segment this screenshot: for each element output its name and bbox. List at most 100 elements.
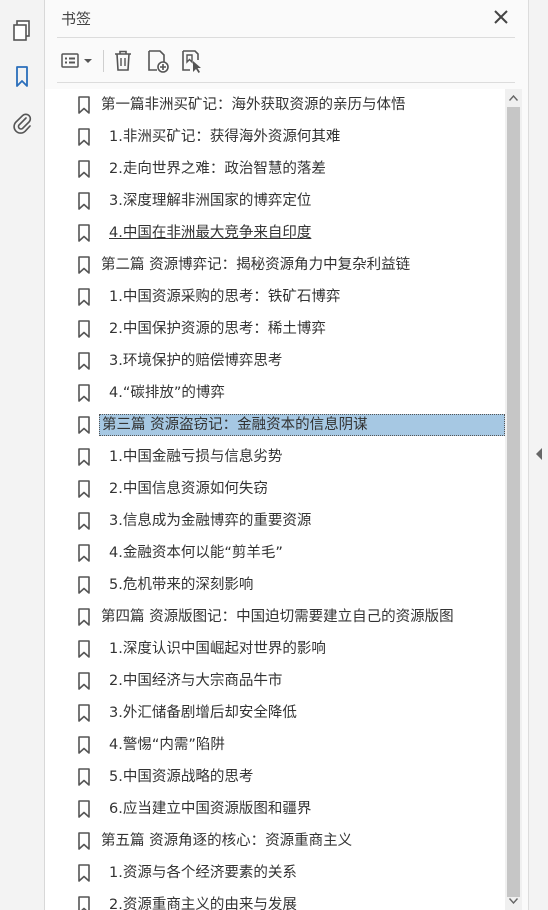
bookmark-icon [78,256,90,274]
bookmark-label: 4.警惕“内需”陷阱 [109,737,225,753]
bookmark-icon [78,800,90,818]
bookmark-item[interactable]: 第二篇 资源博弈记：揭秘资源角力中复杂利益链 [45,249,505,281]
new-bookmark-icon [148,50,169,73]
bookmark-icon[interactable] [7,62,37,92]
bookmark-label: 第三篇 资源盗窃记：金融资本的信息阴谋 [99,414,505,436]
bookmark-label: 1.深度认识中国崛起对世界的影响 [109,641,326,657]
pages-icon[interactable] [7,16,37,46]
bookmark-item[interactable]: 4.金融资本何以能“剪羊毛” [45,537,505,569]
bookmark-label: 3.深度理解非洲国家的博弈定位 [109,193,312,209]
bookmark-item[interactable]: 1.深度认识中国崛起对世界的影响 [45,633,505,665]
bookmark-icon [78,128,90,146]
divider [57,37,515,38]
bookmark-label: 1.中国资源采购的思考：铁矿石博弈 [109,289,341,305]
bookmark-item[interactable]: 6.应当建立中国资源版图和疆界 [45,793,505,825]
bookmark-item[interactable]: 2.资源重商主义的由来与发展 [45,889,505,910]
bookmark-label: 4.“碳排放”的博弈 [109,385,225,401]
bookmark-label: 3.信息成为金融博弈的重要资源 [109,513,312,529]
bookmark-item[interactable]: 2.中国信息资源如何失窃 [45,473,505,505]
collapse-panel-button[interactable] [533,446,545,462]
bookmark-item[interactable]: 1.非洲买矿记：获得海外资源何其难 [45,121,505,153]
bookmark-label: 第四篇 资源版图记：中国迫切需要建立自己的资源版图 [101,609,454,625]
close-icon [494,10,508,24]
bookmark-label: 2.中国信息资源如何失窃 [109,481,268,497]
delete-bookmark-icon [115,50,131,71]
bookmark-icon [78,192,90,210]
bookmark-item[interactable]: 4.“碳排放”的博弈 [45,377,505,409]
bookmark-icon [78,864,90,882]
bookmark-item[interactable]: 第五篇 资源角逐的核心：资源重商主义 [45,825,505,857]
bookmark-item[interactable]: 5.危机带来的深刻影响 [45,569,505,601]
attachment-icon[interactable] [7,108,37,138]
panel-title: 书签 [61,10,92,28]
bookmark-item[interactable]: 3.外汇储备剧增后却安全降低 [45,697,505,729]
bookmark-label: 5.中国资源战略的思考 [109,769,254,785]
bookmark-label: 第一篇非洲买矿记：海外获取资源的亲历与体悟 [101,97,406,113]
bookmark-item[interactable]: 1.中国资源采购的思考：铁矿石博弈 [45,281,505,313]
bookmark-label: 1.中国金融亏损与信息劣势 [109,449,283,465]
bookmark-icon [78,96,90,114]
navigation-rail [0,0,45,910]
bookmark-item[interactable]: 1.资源与各个经济要素的关系 [45,857,505,889]
new-bookmark-button[interactable] [143,46,173,76]
vertical-scrollbar[interactable] [505,89,522,910]
bookmark-item[interactable]: 2.走向世界之难：政治智慧的落差 [45,153,505,185]
scroll-up-button[interactable] [505,89,522,107]
bookmark-icon [78,832,90,850]
options-menu-icon [61,53,92,68]
chevron-left-icon [536,448,542,460]
bookmark-label: 3.外汇储备剧增后却安全降低 [109,705,297,721]
options-menu-button[interactable] [59,46,97,76]
bookmark-label: 2.资源重商主义的由来与发展 [109,897,297,910]
bookmark-list: 第一篇非洲买矿记：海外获取资源的亲历与体悟 1.非洲买矿记：获得海外资源何其难 2.… [45,89,505,910]
scroll-down-button[interactable] [505,892,522,910]
bookmark-item[interactable]: 3.深度理解非洲国家的博弈定位 [45,185,505,217]
bookmark-item[interactable]: 第一篇非洲买矿记：海外获取资源的亲历与体悟 [45,89,505,121]
bookmark-item[interactable]: 4.警惕“内需”陷阱 [45,729,505,761]
bookmark-label: 2.中国保护资源的思考：稀土博弈 [109,321,326,337]
bookmark-label: 5.危机带来的深刻影响 [109,577,254,593]
bookmark-item[interactable]: 4.中国在非洲最大竞争来自印度 [45,217,505,249]
bookmark-icon [78,480,90,498]
panel-header: 书签 [45,0,528,36]
bookmark-icon [78,448,90,466]
bookmark-icon [78,288,90,306]
bookmark-label: 2.走向世界之难：政治智慧的落差 [109,161,326,177]
new-bookmark-from-structure-button[interactable] [177,46,207,76]
bookmark-item[interactable]: 第四篇 资源版图记：中国迫切需要建立自己的资源版图 [45,601,505,633]
bookmark-item[interactable]: 3.环境保护的赔偿博弈思考 [45,345,505,377]
bookmark-label: 3.环境保护的赔偿博弈思考 [109,353,283,369]
bookmark-label: 4.金融资本何以能“剪羊毛” [109,545,283,561]
bookmark-label: 1.资源与各个经济要素的关系 [109,865,297,881]
close-panel-button[interactable] [490,6,512,28]
bookmark-icon [78,608,90,626]
bookmark-item[interactable]: 3.信息成为金融博弈的重要资源 [45,505,505,537]
bookmark-icon [78,672,90,690]
bookmark-icon [78,704,90,722]
bookmark-icon [78,896,90,910]
bookmark-label: 第二篇 资源博弈记：揭秘资源角力中复杂利益链 [101,257,411,273]
bookmark-toolbar [45,42,528,80]
bookmark-item[interactable]: 2.中国保护资源的思考：稀土博弈 [45,313,505,345]
bookmark-item[interactable]: 第三篇 资源盗窃记：金融资本的信息阴谋 [45,409,505,441]
scroll-thumb[interactable] [507,107,520,897]
chevron-down-icon [509,898,518,904]
toolbar-separator [103,50,104,72]
bookmarks-panel: 书签 第一篇非洲买矿记：海外获取资源的亲历与体悟 1.非洲买矿记：获得海外资源何… [45,0,528,910]
bookmark-label: 第五篇 资源角逐的核心：资源重商主义 [101,833,353,849]
bookmark-icon [78,224,90,242]
bookmark-label: 4.中国在非洲最大竞争来自印度 [109,225,312,241]
chevron-up-icon [509,95,518,101]
bookmark-icon [78,416,90,434]
bookmark-label: 6.应当建立中国资源版图和疆界 [109,801,312,817]
bookmark-label: 1.非洲买矿记：获得海外资源何其难 [109,129,341,145]
bookmark-icon [78,352,90,370]
bookmark-icon [78,544,90,562]
delete-bookmark-button[interactable] [109,46,137,76]
bookmark-icon [78,736,90,754]
bookmark-icon [78,160,90,178]
bookmark-label: 2.中国经济与大宗商品牛市 [109,673,283,689]
bookmark-item[interactable]: 2.中国经济与大宗商品牛市 [45,665,505,697]
bookmark-item[interactable]: 5.中国资源战略的思考 [45,761,505,793]
bookmark-item[interactable]: 1.中国金融亏损与信息劣势 [45,441,505,473]
